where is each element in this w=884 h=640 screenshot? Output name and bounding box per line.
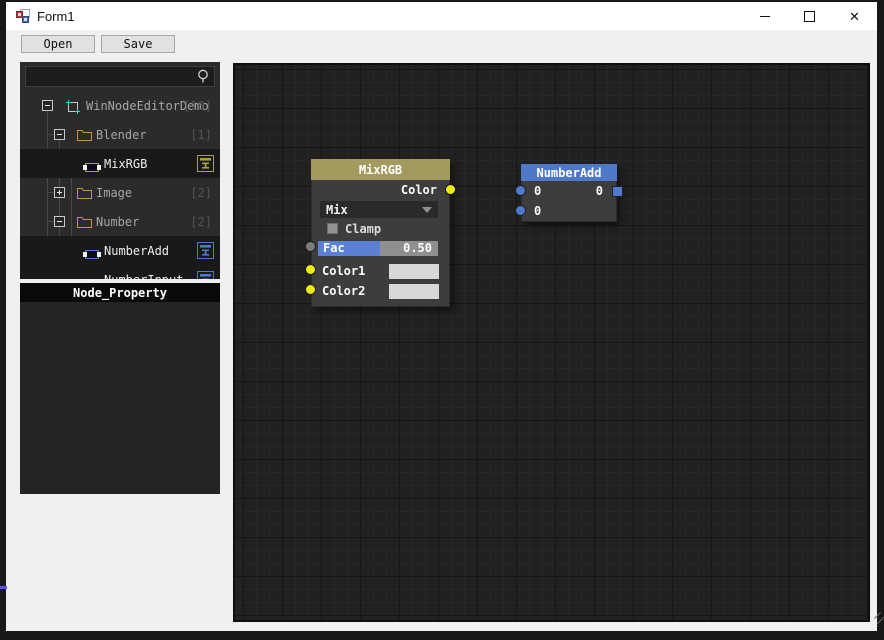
tree-item-numberadd[interactable]: NumberAdd <box>20 236 220 265</box>
tree-item-label: Blender <box>96 128 147 142</box>
node-tree: WinNodeEditorDemo [10] Blender [1] MixRGB … <box>20 91 220 279</box>
tree-item-label: Image <box>96 186 133 200</box>
node-numberadd-header[interactable]: NumberAdd <box>521 164 617 181</box>
tree-item-label: Number <box>96 215 140 229</box>
node-icon <box>83 158 101 177</box>
tree-item-label: NumberInput <box>104 273 183 279</box>
collapse-icon[interactable] <box>54 129 65 140</box>
minimize-button[interactable] <box>742 2 787 30</box>
tree-item-count-badge: [2] <box>190 186 212 200</box>
expand-icon[interactable] <box>54 187 65 198</box>
search-bar <box>20 62 220 91</box>
background-artifact <box>0 586 7 589</box>
node-mixrgb-header[interactable]: MixRGB <box>311 159 450 180</box>
node-numberadd[interactable]: NumberAdd 0 0 0 <box>515 164 623 222</box>
close-button[interactable]: ✕ <box>832 2 877 30</box>
project-icon <box>65 98 81 119</box>
tree-item-label: NumberAdd <box>104 244 170 258</box>
tree-item-count-badge: [2] <box>190 215 212 229</box>
node-icon <box>83 274 101 279</box>
titlebar: Form1 ✕ <box>6 2 877 30</box>
tree-item-label: MixRGB <box>104 157 148 171</box>
mixrgb-color2-input-socket[interactable] <box>305 284 316 295</box>
screen: Form1 ✕ Open Save WinNodeEditorDemo [10]… <box>0 0 884 640</box>
folder-icon <box>77 214 92 233</box>
mixrgb-blendmode-value: Mix <box>326 202 348 217</box>
node-mixrgb-title: MixRGB <box>358 162 403 177</box>
tree-item-blender[interactable]: Blender [1] <box>20 120 220 149</box>
node-icon <box>83 245 101 264</box>
tree-item-mixrgb[interactable]: MixRGB <box>20 149 220 178</box>
tree-item-numberinput[interactable]: NumberInput <box>20 265 220 279</box>
mixrgb-color2-swatch[interactable] <box>389 283 439 299</box>
collapse-icon[interactable] <box>54 216 65 227</box>
tree-item-winnodeeditordemo[interactable]: WinNodeEditorDemo [10] <box>20 91 220 120</box>
node-type-icon[interactable] <box>197 271 214 279</box>
mixrgb-clamp-label: Clamp <box>345 221 382 236</box>
mixrgb-clamp-checkbox[interactable] <box>327 223 338 234</box>
mixrgb-color1-input-socket[interactable] <box>305 264 316 275</box>
numberadd-input2-value: 0 <box>534 204 542 218</box>
collapse-icon[interactable] <box>42 100 53 111</box>
tree-item-count-badge: [1] <box>190 128 212 142</box>
minimize-icon <box>759 15 770 17</box>
node-type-icon[interactable] <box>197 242 214 263</box>
tree-item-count-badge: [10] <box>183 99 212 113</box>
mixrgb-color1-label: Color1 <box>322 264 366 278</box>
mixrgb-blendmode-select[interactable]: Mix <box>320 201 438 218</box>
tree-item-number[interactable]: Number [2] <box>20 207 220 236</box>
numberadd-output-value: 0 <box>595 184 603 198</box>
mixrgb-output-label: Color <box>400 183 437 197</box>
mixrgb-fac-input-socket[interactable] <box>305 241 316 252</box>
mixrgb-color-output-socket[interactable] <box>445 184 456 195</box>
numberadd-input2-socket[interactable] <box>515 205 526 216</box>
numberadd-output-socket[interactable] <box>612 186 623 197</box>
save-button[interactable]: Save <box>101 35 175 53</box>
folder-icon <box>77 185 92 204</box>
mixrgb-fac-label: Fac <box>318 241 381 256</box>
node-canvas[interactable]: MixRGB Color Mix Clamp Fac 0.50 Color1 C… <box>233 63 870 622</box>
numberadd-input1-value: 0 <box>534 184 542 198</box>
maximize-button[interactable] <box>787 2 832 30</box>
node-type-icon[interactable] <box>197 155 214 176</box>
mixrgb-fac-value: 0.50 <box>380 241 438 256</box>
maximize-icon <box>804 10 815 22</box>
mixrgb-fac-slider[interactable]: Fac 0.50 <box>318 241 438 256</box>
node-mixrgb-body: Color Mix Clamp Fac 0.50 Color1 Color2 <box>311 180 450 307</box>
node-numberadd-title: NumberAdd <box>536 165 602 180</box>
tree-item-image[interactable]: Image [2] <box>20 178 220 207</box>
resize-grip-icon <box>876 616 884 625</box>
node-mixrgb[interactable]: MixRGB Color Mix Clamp Fac 0.50 Color1 C… <box>305 159 456 307</box>
mixrgb-color2-label: Color2 <box>322 284 366 298</box>
numberadd-input1-socket[interactable] <box>515 185 526 196</box>
form-window: Form1 ✕ Open Save WinNodeEditorDemo [10]… <box>6 2 877 631</box>
property-panel <box>20 302 220 494</box>
window-title: Form1 <box>37 8 75 24</box>
mixrgb-color1-swatch[interactable] <box>389 263 439 279</box>
search-icon <box>196 69 210 88</box>
folder-icon <box>77 127 92 146</box>
node-numberadd-body: 0 0 0 <box>521 181 617 222</box>
app-icon <box>15 8 31 24</box>
open-button[interactable]: Open <box>21 35 95 53</box>
chevron-down-icon <box>422 206 432 213</box>
close-icon: ✕ <box>849 8 860 24</box>
search-input[interactable] <box>25 66 215 87</box>
property-panel-header: Node_Property <box>20 283 220 302</box>
